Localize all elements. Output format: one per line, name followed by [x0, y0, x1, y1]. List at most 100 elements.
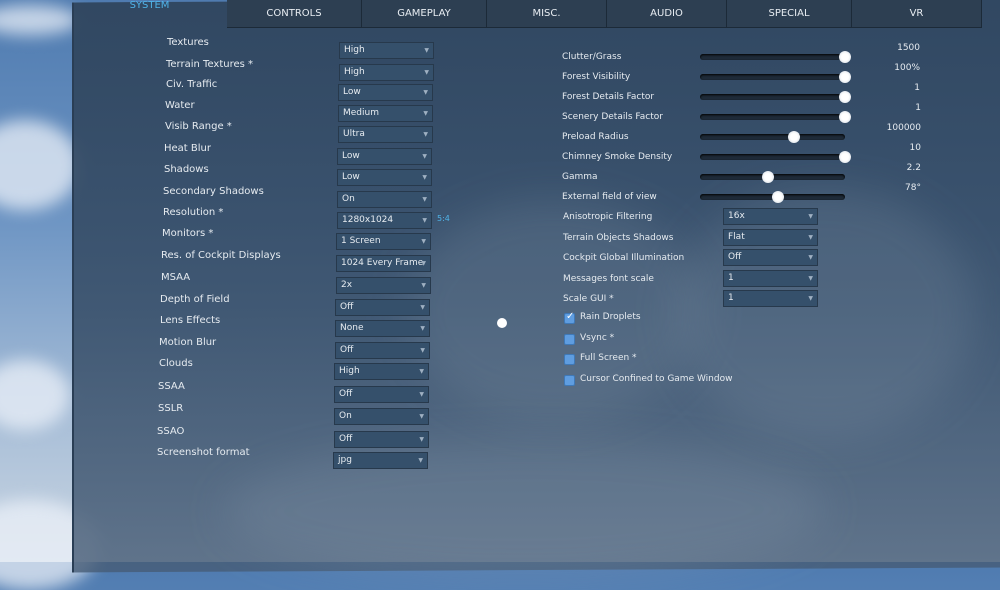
chevron-down-icon: ▼ — [423, 89, 428, 96]
slider-handle[interactable] — [839, 111, 851, 123]
chevron-down-icon: ▼ — [808, 233, 813, 241]
dropdown-value: Low — [343, 87, 361, 97]
setting-label-anisotropic-filtering: Anisotropic Filtering — [563, 212, 653, 222]
tab-special[interactable]: SPECIAL — [727, 0, 852, 28]
dropdown-motion-blur[interactable]: Off ▼ — [335, 342, 430, 359]
dropdown-value: 1 Screen — [341, 236, 381, 246]
slider-value: 1 — [915, 103, 921, 113]
slider-value: 1 — [914, 83, 920, 93]
setting-label-terrain-textures: Terrain Textures * — [166, 59, 254, 70]
tab-vr[interactable]: VR — [852, 0, 982, 28]
dropdown-value: 1024 Every Frame — [341, 258, 424, 268]
dropdown-value: Flat — [728, 231, 745, 242]
dropdown-ssao[interactable]: Off ▼ — [334, 431, 429, 448]
dropdown-textures[interactable]: High ▼ — [339, 42, 434, 59]
chevron-down-icon: ▼ — [419, 413, 424, 420]
slider-value: 2.2 — [906, 163, 921, 173]
dropdown-value: Ultra — [343, 129, 365, 139]
dropdown-value: High — [344, 45, 365, 55]
setting-label-scale-gui: Scale GUI * — [563, 294, 614, 304]
setting-label-cockpit-global-illumination: Cockpit Global Illumination — [563, 253, 685, 263]
slider-value: 1500 — [897, 43, 920, 53]
setting-label-res-of-cockpit-displays: Res. of Cockpit Displays — [161, 250, 281, 261]
dropdown-res-of-cockpit-displays[interactable]: 1024 Every Frame ▼ — [336, 255, 431, 272]
checkbox-label-rain-droplets[interactable]: Rain Droplets — [580, 312, 641, 322]
slider-chimney-smoke-density[interactable] — [700, 151, 851, 163]
dropdown-value: Off — [339, 434, 353, 444]
slider-forest-details-factor[interactable] — [700, 91, 851, 103]
vr-pointer-cursor — [497, 318, 507, 328]
checkbox-label-vsync[interactable]: Vsync * — [580, 333, 614, 343]
dropdown-value: On — [342, 194, 355, 204]
chevron-down-icon: ▼ — [422, 153, 427, 160]
dropdown-monitors[interactable]: 1 Screen ▼ — [336, 233, 431, 250]
slider-handle[interactable] — [839, 51, 851, 63]
dropdown-value: Low — [342, 151, 360, 161]
dropdown-cockpit-global-illumination[interactable]: Off ▼ — [723, 249, 818, 266]
slider-handle[interactable] — [839, 91, 851, 103]
chevron-down-icon: ▼ — [422, 174, 427, 181]
slider-external-field-of-view[interactable] — [700, 191, 845, 203]
dropdown-secondary-shadows[interactable]: On ▼ — [337, 191, 432, 208]
dropdown-value: 1 — [728, 272, 734, 283]
setting-label-shadows: Shadows — [164, 164, 209, 175]
chevron-down-icon: ▼ — [420, 325, 425, 332]
setting-label-lens-effects: Lens Effects — [160, 315, 221, 326]
tab-gameplay[interactable]: GAMEPLAY — [362, 0, 487, 28]
checkbox-vsync[interactable] — [564, 333, 575, 345]
slider-clutter-grass[interactable] — [700, 51, 851, 63]
dropdown-terrain-textures[interactable]: High ▼ — [339, 64, 434, 81]
dropdown-shadows[interactable]: Low ▼ — [337, 169, 432, 186]
checkbox-label-cursor-confined-to-game-window[interactable]: Cursor Confined to Game Window — [580, 374, 732, 384]
dropdown-anisotropic-filtering[interactable]: 16x ▼ — [723, 208, 818, 225]
setting-label-resolution: Resolution * — [163, 207, 224, 218]
slider-scenery-details-factor[interactable] — [700, 111, 851, 123]
checkbox-rain-droplets[interactable] — [564, 311, 575, 324]
dropdown-civ-traffic[interactable]: Low ▼ — [338, 84, 433, 101]
dropdown-water[interactable]: Medium ▼ — [338, 105, 433, 122]
slider-label-clutter-grass: Clutter/Grass — [562, 52, 622, 62]
dropdown-value: Off — [339, 389, 353, 399]
setting-label-visib-range: Visib Range * — [165, 121, 232, 132]
dropdown-visib-range[interactable]: Ultra ▼ — [338, 126, 433, 143]
dropdown-messages-font-scale[interactable]: 1 ▼ — [723, 269, 818, 287]
tab-system[interactable]: SYSTEM — [72, 0, 227, 28]
dropdown-screenshot-format[interactable]: jpg ▼ — [333, 452, 428, 469]
checkbox-cursor-confined-to-game-window[interactable] — [564, 374, 575, 386]
dropdown-resolution[interactable]: 1280x1024 ▼ — [337, 212, 432, 229]
dropdown-msaa[interactable]: 2x ▼ — [336, 277, 431, 294]
chevron-down-icon: ▼ — [421, 282, 426, 289]
chevron-down-icon: ▼ — [424, 47, 429, 54]
dropdown-value: 1280x1024 — [342, 215, 394, 225]
checkbox-full-screen[interactable] — [564, 354, 575, 365]
chevron-down-icon: ▼ — [423, 110, 428, 117]
tab-misc[interactable]: MISC. — [487, 0, 607, 28]
tab-controls[interactable]: CONTROLS — [227, 0, 362, 28]
chevron-down-icon: ▼ — [421, 238, 426, 245]
setting-label-screenshot-format: Screenshot format — [157, 447, 250, 458]
setting-label-motion-blur: Motion Blur — [159, 337, 217, 348]
dropdown-scale-gui[interactable]: 1 ▼ — [723, 290, 818, 307]
slider-handle[interactable] — [839, 71, 851, 83]
slider-handle[interactable] — [839, 151, 851, 163]
dropdown-clouds[interactable]: High ▼ — [334, 363, 429, 380]
slider-label-chimney-smoke-density: Chimney Smoke Density — [562, 152, 673, 162]
setting-label-ssaa: SSAA — [158, 381, 185, 392]
dropdown-ssaa[interactable]: Off ▼ — [334, 386, 429, 403]
slider-preload-radius[interactable] — [700, 131, 845, 143]
dropdown-terrain-objects-shadows[interactable]: Flat ▼ — [723, 228, 818, 246]
setting-label-monitors: Monitors * — [162, 228, 214, 239]
dropdown-sslr[interactable]: On ▼ — [334, 408, 429, 425]
slider-forest-visibility[interactable] — [700, 71, 851, 83]
setting-label-clouds: Clouds — [159, 358, 193, 369]
tab-audio[interactable]: AUDIO — [607, 0, 727, 28]
chevron-down-icon: ▼ — [418, 457, 423, 464]
checkbox-label-full-screen[interactable]: Full Screen * — [580, 353, 637, 363]
dropdown-depth-of-field[interactable]: Off ▼ — [335, 299, 430, 316]
slider-label-forest-visibility: Forest Visibility — [562, 72, 631, 82]
dropdown-heat-blur[interactable]: Low ▼ — [337, 148, 432, 165]
dropdown-lens-effects[interactable]: None ▼ — [335, 320, 430, 337]
dropdown-value: High — [339, 366, 360, 376]
slider-gamma[interactable] — [700, 171, 845, 183]
slider-value: 100000 — [886, 123, 921, 133]
